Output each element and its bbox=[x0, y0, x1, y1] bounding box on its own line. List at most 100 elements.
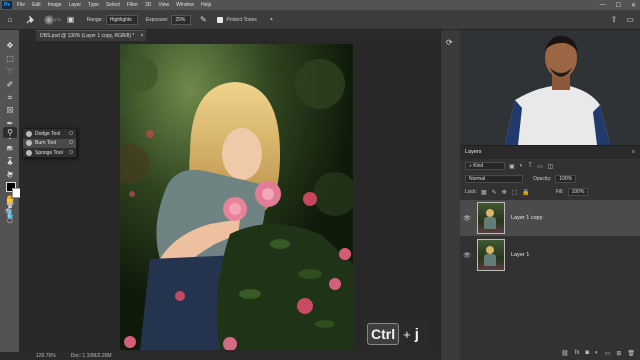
link-icon[interactable]: ⛓ bbox=[561, 350, 569, 357]
options-bar: ⌂ 175 ▣ Range: Highlights Exposure: 25% … bbox=[0, 10, 640, 30]
lock-position-icon[interactable]: ✥ bbox=[502, 189, 507, 196]
history-panel-icon[interactable]: ⟳ bbox=[446, 38, 453, 47]
flyout-dodge-tool[interactable]: Dodge Tool O bbox=[23, 129, 76, 139]
layer-row-layer-1-copy[interactable]: 👁 Layer 1 copy bbox=[460, 200, 640, 236]
menu-file[interactable]: File bbox=[17, 2, 25, 8]
shortcut-key-ctrl: Ctrl bbox=[367, 323, 400, 345]
trash-icon[interactable]: 🗑 bbox=[627, 350, 635, 357]
frame-tool-icon[interactable]: ☒ bbox=[3, 105, 17, 116]
dodge-tool-icon[interactable]: ⚲ bbox=[3, 127, 17, 138]
lock-artboard-icon[interactable]: ⬚ bbox=[512, 189, 518, 196]
lock-transparent-icon[interactable]: ▦ bbox=[481, 189, 487, 196]
zoom-level[interactable]: 129.76% bbox=[36, 353, 56, 359]
filter-type-icon[interactable]: T bbox=[528, 163, 532, 170]
shortcut-plus: + bbox=[403, 326, 411, 342]
keyboard-shortcut-overlay: Ctrl + j bbox=[363, 318, 430, 350]
protect-tones-checkbox[interactable] bbox=[217, 16, 224, 23]
type-tool-icon[interactable]: T bbox=[3, 155, 17, 166]
burn-icon bbox=[26, 140, 32, 147]
burn-tool-preset-icon[interactable] bbox=[24, 14, 36, 26]
layer-row-layer-1[interactable]: 👁 Layer 1 bbox=[460, 237, 640, 273]
menu-window[interactable]: Window bbox=[176, 2, 194, 8]
brush-preview-icon bbox=[44, 14, 54, 25]
layer-name[interactable]: Layer 1 bbox=[511, 252, 529, 258]
flyout-item-shortcut: O bbox=[69, 130, 73, 137]
new-layer-icon[interactable]: ⊞ bbox=[616, 350, 621, 357]
menu-layer[interactable]: Layer bbox=[69, 2, 82, 8]
presenter-video bbox=[460, 30, 640, 145]
fill-field[interactable]: 100% bbox=[567, 188, 589, 196]
range-dropdown[interactable]: Highlights bbox=[105, 14, 138, 25]
mask-icon[interactable]: ◙ bbox=[585, 350, 589, 357]
pen-tool-icon[interactable]: ✒ bbox=[3, 142, 17, 153]
brush-size-value: 175 bbox=[54, 17, 61, 22]
blend-mode-dropdown[interactable]: Normal bbox=[465, 175, 523, 183]
close-button[interactable]: ✕ bbox=[631, 2, 636, 9]
exposure-field[interactable]: 25% bbox=[171, 14, 192, 25]
lock-all-icon[interactable]: 🔒 bbox=[522, 189, 529, 196]
lock-icons: ▦ ✎ ✥ ⬚ 🔒 bbox=[481, 189, 530, 196]
brush-size-picker[interactable]: 175 bbox=[44, 14, 61, 25]
menu-3d[interactable]: 3D bbox=[145, 2, 151, 8]
menu-image[interactable]: Image bbox=[48, 2, 62, 8]
minimize-button[interactable]: — bbox=[600, 2, 606, 8]
layer-thumbnail bbox=[477, 239, 505, 271]
filter-smart-object-icon[interactable]: ◫ bbox=[548, 163, 554, 170]
flyout-item-label: Dodge Tool bbox=[35, 130, 61, 137]
adjustment-icon[interactable]: ◐ bbox=[595, 350, 599, 357]
crop-tool-icon[interactable]: ⌗ bbox=[3, 92, 17, 103]
marquee-tool-icon[interactable]: ⬚ bbox=[3, 53, 17, 64]
home-icon[interactable]: ⌂ bbox=[4, 14, 16, 26]
maximize-button[interactable]: ☐ bbox=[616, 2, 621, 9]
menu-edit[interactable]: Edit bbox=[32, 2, 41, 8]
dodge-icon bbox=[26, 130, 32, 137]
lock-label: Lock: bbox=[465, 189, 477, 195]
image-canvas[interactable] bbox=[120, 44, 353, 350]
menu-bar: Ps File Edit Image Layer Type Select Fil… bbox=[0, 0, 640, 10]
filter-adjustment-icon[interactable]: ◐ bbox=[520, 163, 524, 170]
layer-name[interactable]: Layer 1 copy bbox=[511, 215, 543, 221]
document-close-icon[interactable]: × bbox=[140, 33, 143, 39]
document-tab[interactable]: DBS.psd @ 130% (Layer 1 copy, RGB/8) * × bbox=[36, 30, 146, 41]
airbrush-icon[interactable]: ✎ bbox=[197, 14, 209, 26]
opacity-label: Opacity: bbox=[533, 176, 552, 182]
fill-label: Fill: bbox=[555, 189, 564, 195]
brush-settings-icon[interactable]: ▣ bbox=[65, 14, 77, 26]
lasso-tool-icon[interactable]: ➰ bbox=[3, 66, 17, 77]
layers-bottom-toolbar: ⛓ fx ◙ ◐ ▭ ⊞ 🗑 bbox=[460, 350, 640, 357]
fx-icon[interactable]: fx bbox=[575, 350, 580, 357]
group-icon[interactable]: ▭ bbox=[605, 350, 611, 357]
lock-paint-icon[interactable]: ✎ bbox=[492, 189, 497, 196]
quick-mask-icon[interactable]: ◙ bbox=[3, 202, 17, 213]
pressure-size-icon[interactable]: ◔ bbox=[265, 14, 277, 26]
panel-menu-icon[interactable]: ≡ bbox=[632, 149, 635, 155]
layers-tab[interactable]: Layers bbox=[465, 149, 482, 155]
photoshop-logo[interactable]: Ps bbox=[2, 1, 12, 9]
layers-panel-header: Layers ≡ bbox=[460, 146, 640, 159]
path-select-tool-icon[interactable]: ➤ bbox=[3, 168, 17, 179]
tools-panel: ✥ ⬚ ➰ ✐ ⌗ ☒ ✒ ✚ ✏ ♣ ↺ ◫ ▦ 💧 ⚲ ✒ T ➤ ▭ ✋ … bbox=[0, 30, 22, 352]
filter-shape-icon[interactable]: ▭ bbox=[537, 163, 543, 170]
flyout-burn-tool[interactable]: Burn Tool O bbox=[23, 138, 76, 148]
filter-kind-dropdown[interactable]: ⌕ Kind bbox=[465, 162, 505, 170]
protect-tones-label: Protect Tones bbox=[226, 16, 257, 23]
exposure-label: Exposure: bbox=[145, 16, 169, 23]
move-tool-icon[interactable]: ✥ bbox=[3, 40, 17, 51]
filter-pixel-icon[interactable]: ▣ bbox=[509, 163, 515, 170]
menu-type[interactable]: Type bbox=[88, 2, 99, 8]
share-icon[interactable]: ⇪ bbox=[608, 14, 620, 26]
filter-kind-label: Kind bbox=[473, 163, 484, 169]
menu-select[interactable]: Select bbox=[106, 2, 120, 8]
menu-filter[interactable]: Filter bbox=[127, 2, 138, 8]
workspace-icon[interactable]: ▭ bbox=[624, 14, 636, 26]
menu-help[interactable]: Help bbox=[201, 2, 211, 8]
shortcut-key-j: j bbox=[414, 325, 419, 343]
visibility-eye-icon[interactable]: 👁 bbox=[460, 252, 474, 259]
quick-select-tool-icon[interactable]: ✐ bbox=[3, 79, 17, 90]
screen-mode-icon[interactable]: ▢ bbox=[3, 216, 17, 227]
flyout-item-label: Sponge Tool bbox=[35, 149, 63, 156]
visibility-eye-icon[interactable]: 👁 bbox=[460, 215, 474, 222]
menu-view[interactable]: View bbox=[158, 2, 169, 8]
opacity-field[interactable]: 100% bbox=[555, 175, 577, 183]
flyout-sponge-tool[interactable]: Sponge Tool O bbox=[23, 148, 76, 158]
